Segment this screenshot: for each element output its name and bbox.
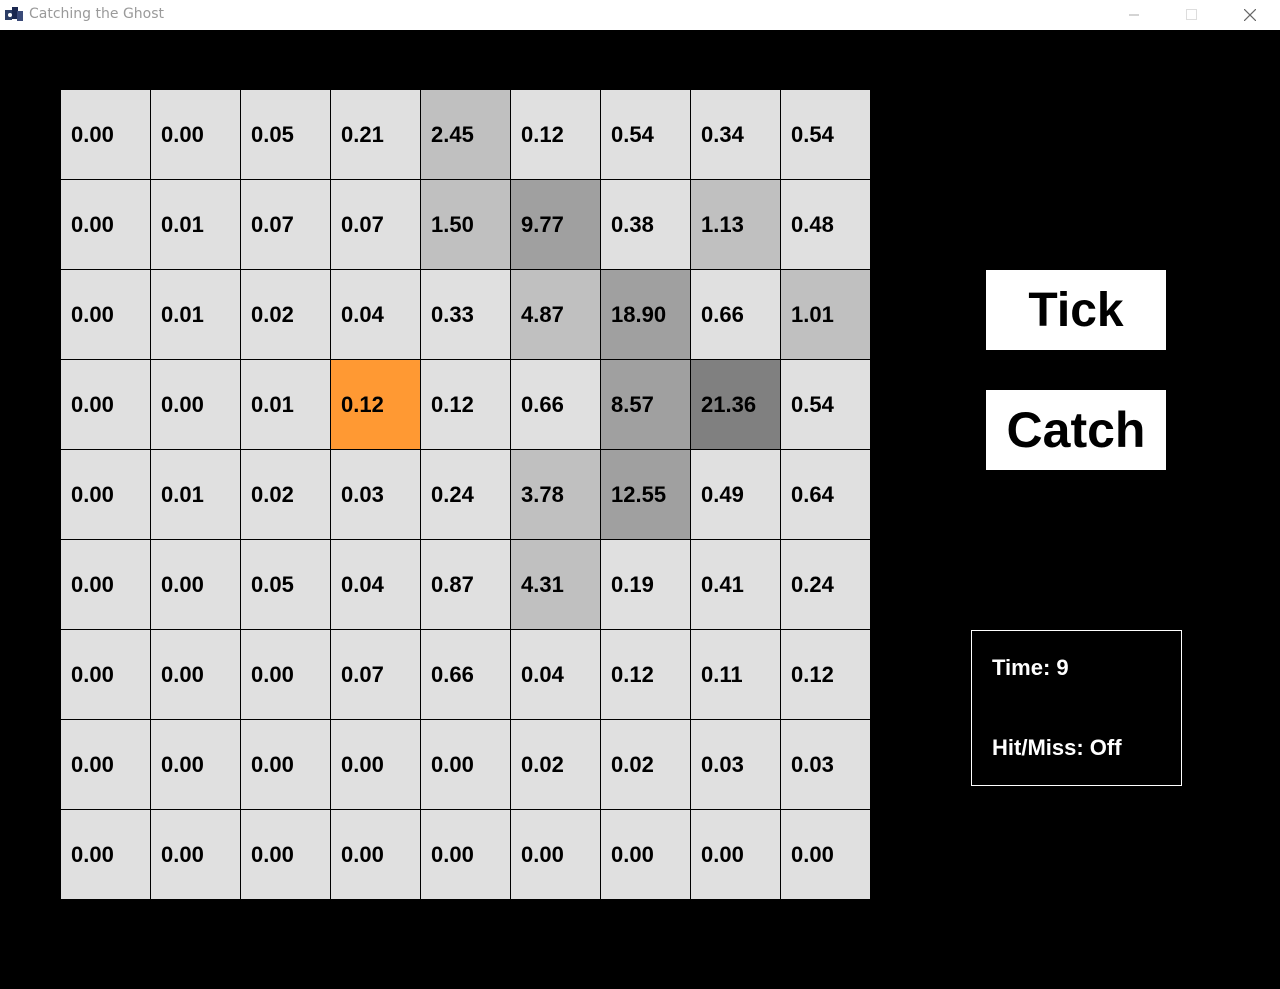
grid-cell[interactable]: 3.78 [511, 450, 601, 540]
grid-cell[interactable]: 0.00 [61, 180, 151, 270]
grid-cell[interactable]: 0.87 [421, 540, 511, 630]
grid-cell[interactable]: 0.04 [331, 540, 421, 630]
close-button[interactable] [1227, 0, 1273, 30]
grid-cell[interactable]: 0.03 [781, 720, 871, 810]
grid-cell[interactable]: 1.50 [421, 180, 511, 270]
close-icon [1244, 9, 1256, 21]
grid-cell[interactable]: 0.01 [151, 180, 241, 270]
grid-cell[interactable]: 0.05 [241, 540, 331, 630]
grid-cell[interactable]: 0.00 [61, 540, 151, 630]
grid-cell[interactable]: 0.00 [151, 540, 241, 630]
grid-cell[interactable]: 18.90 [601, 270, 691, 360]
grid-cell[interactable]: 0.00 [241, 810, 331, 900]
grid-cell[interactable]: 0.00 [241, 630, 331, 720]
grid-cell[interactable]: 0.00 [61, 90, 151, 180]
grid-cell[interactable]: 0.01 [151, 450, 241, 540]
grid-cell[interactable]: 0.21 [331, 90, 421, 180]
maximize-icon [1186, 9, 1197, 20]
grid-cell[interactable]: 0.12 [331, 360, 421, 450]
minimize-icon [1129, 14, 1139, 16]
grid-cell[interactable]: 0.02 [601, 720, 691, 810]
grid-cell[interactable]: 0.00 [331, 720, 421, 810]
grid-cell[interactable]: 0.01 [241, 360, 331, 450]
grid-cell[interactable]: 0.66 [691, 270, 781, 360]
app-icon [4, 6, 24, 24]
status-panel: Time: 9 Hit/Miss: Off [971, 630, 1182, 786]
grid-cell[interactable]: 8.57 [601, 360, 691, 450]
grid-cell[interactable]: 0.41 [691, 540, 781, 630]
grid-cell[interactable]: 0.00 [151, 810, 241, 900]
grid-cell[interactable]: 0.00 [331, 810, 421, 900]
grid-cell[interactable]: 0.00 [151, 90, 241, 180]
grid-cell[interactable]: 0.00 [61, 360, 151, 450]
grid-cell[interactable]: 21.36 [691, 360, 781, 450]
grid-cell[interactable]: 0.00 [61, 450, 151, 540]
grid-cell[interactable]: 0.03 [331, 450, 421, 540]
grid-cell[interactable]: 0.00 [781, 810, 871, 900]
grid-cell[interactable]: 0.48 [781, 180, 871, 270]
grid-cell[interactable]: 0.66 [421, 630, 511, 720]
grid-cell[interactable]: 12.55 [601, 450, 691, 540]
minimize-button[interactable] [1111, 0, 1157, 30]
grid-cell[interactable]: 0.07 [331, 180, 421, 270]
grid-cell[interactable]: 0.00 [61, 720, 151, 810]
grid-cell[interactable]: 0.49 [691, 450, 781, 540]
grid-cell[interactable]: 1.13 [691, 180, 781, 270]
grid-cell[interactable]: 0.00 [241, 720, 331, 810]
probability-grid: 0.00 0.00 0.05 0.21 2.45 0.12 0.54 0.34 0.54 0.00… [61, 90, 871, 900]
grid-cell[interactable]: 0.00 [511, 810, 601, 900]
grid-cell[interactable]: 0.54 [781, 360, 871, 450]
grid-cell[interactable]: 2.45 [421, 90, 511, 180]
grid-cell[interactable]: 0.02 [241, 270, 331, 360]
grid-cell[interactable]: 0.04 [511, 630, 601, 720]
grid-cell[interactable]: 0.54 [781, 90, 871, 180]
catch-button[interactable]: Catch [986, 390, 1166, 470]
grid-cell[interactable]: 4.31 [511, 540, 601, 630]
grid-cell[interactable]: 9.77 [511, 180, 601, 270]
tick-button[interactable]: Tick [986, 270, 1166, 350]
grid-cell[interactable]: 0.00 [601, 810, 691, 900]
grid-cell[interactable]: 0.34 [691, 90, 781, 180]
grid-cell[interactable]: 0.11 [691, 630, 781, 720]
grid-cell[interactable]: 0.03 [691, 720, 781, 810]
grid-cell[interactable]: 0.00 [61, 810, 151, 900]
grid-cell[interactable]: 0.12 [421, 360, 511, 450]
hit-miss-display: Hit/Miss: Off [992, 735, 1122, 760]
grid-cell[interactable]: 0.00 [61, 270, 151, 360]
grid-cell[interactable]: 4.87 [511, 270, 601, 360]
maximize-button[interactable] [1169, 0, 1215, 30]
grid-cell[interactable]: 0.33 [421, 270, 511, 360]
title-bar[interactable]: Catching the Ghost [0, 0, 1280, 30]
grid-cell[interactable]: 0.38 [601, 180, 691, 270]
grid-cell[interactable]: 0.00 [691, 810, 781, 900]
grid-cell[interactable]: 0.04 [331, 270, 421, 360]
grid-cell[interactable]: 0.24 [781, 540, 871, 630]
grid-cell[interactable]: 0.54 [601, 90, 691, 180]
grid-cell[interactable]: 0.12 [601, 630, 691, 720]
grid-cell[interactable]: 0.12 [781, 630, 871, 720]
time-display: Time: 9 [992, 655, 1069, 680]
grid-cell[interactable]: 0.24 [421, 450, 511, 540]
grid-cell[interactable]: 0.00 [151, 360, 241, 450]
grid-cell[interactable]: 0.00 [151, 630, 241, 720]
grid-cell[interactable]: 0.00 [61, 630, 151, 720]
grid-cell[interactable]: 0.02 [511, 720, 601, 810]
grid-cell[interactable]: 0.12 [511, 90, 601, 180]
grid-cell[interactable]: 1.01 [781, 270, 871, 360]
grid-cell[interactable]: 0.00 [421, 810, 511, 900]
grid-cell[interactable]: 0.00 [151, 720, 241, 810]
grid-cell[interactable]: 0.07 [331, 630, 421, 720]
grid-cell[interactable]: 0.01 [151, 270, 241, 360]
grid-cell[interactable]: 0.02 [241, 450, 331, 540]
grid-cell[interactable]: 0.07 [241, 180, 331, 270]
window-title: Catching the Ghost [29, 6, 165, 22]
grid-cell[interactable]: 0.19 [601, 540, 691, 630]
grid-cell[interactable]: 0.05 [241, 90, 331, 180]
grid-cell[interactable]: 0.00 [421, 720, 511, 810]
grid-cell[interactable]: 0.66 [511, 360, 601, 450]
grid-cell[interactable]: 0.64 [781, 450, 871, 540]
